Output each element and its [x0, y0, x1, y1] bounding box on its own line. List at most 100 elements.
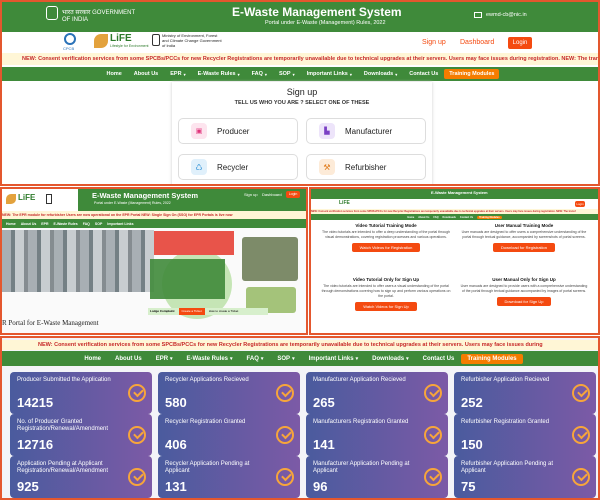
nav-about[interactable]: About Us	[134, 71, 158, 77]
nav-rules[interactable]: E-Waste Rules	[198, 71, 236, 77]
stat-card[interactable]: Application Pending at Applicant Registr…	[10, 456, 152, 498]
home-nav-sop[interactable]: SOP	[95, 222, 102, 226]
stat-card-label: Refurbisher Registration Granted	[461, 419, 550, 425]
dash-nav-rules[interactable]: E-Waste Rules	[187, 356, 228, 362]
stat-card[interactable]: Recycler Applications Recieved 580	[158, 372, 300, 414]
role-producer[interactable]: ▣ Producer	[178, 118, 298, 144]
home-nav-about[interactable]: About Us	[21, 222, 37, 226]
signup-page-screenshot: भारत सरकार GOVERNMENT OF INDIA E-Waste M…	[0, 0, 600, 186]
stat-card-value: 265	[313, 395, 335, 410]
check-circle-icon	[276, 468, 294, 486]
how-to-ticket-tab[interactable]: How to create a Ticket	[209, 308, 239, 315]
home-life-logo: LiFE	[18, 193, 36, 202]
home-dashboard-link[interactable]: Dashboard	[262, 192, 282, 197]
home-page-screenshot: LiFE E-Waste Management System Portal un…	[0, 187, 308, 335]
dashboard-link[interactable]: Dashboard	[460, 39, 494, 46]
tutorial-1-text: The video tutorials are intended to offe…	[322, 230, 450, 239]
stat-card[interactable]: No. of Producer Granted Registration/Ren…	[10, 414, 152, 456]
stat-card[interactable]: Manufacturer Application Recieved 265	[306, 372, 448, 414]
check-circle-icon	[572, 426, 590, 444]
chevron-down-icon: ▾	[170, 355, 173, 362]
training-login-button[interactable]: Login	[575, 201, 585, 207]
nav-faq[interactable]: FAQ	[252, 71, 263, 77]
dash-nav-links[interactable]: Important Links	[309, 356, 354, 362]
stat-card[interactable]: Recycler Application Pending at Applican…	[158, 456, 300, 498]
home-nav-home[interactable]: Home	[6, 222, 16, 226]
recycle-icon: ♺	[191, 159, 207, 175]
cpcb-logo-label: CPCB	[63, 46, 75, 51]
dashboard-nav: Home About Us EPR ▾ E-Waste Rules ▾ FAQ ▾ S…	[2, 351, 598, 366]
nav-sop[interactable]: SOP	[279, 71, 291, 77]
life-leaf-icon	[6, 194, 16, 204]
life-sub: Lifestyle for Environment	[110, 44, 149, 48]
hero-notice-box	[154, 231, 234, 255]
nav-training[interactable]: Training Modules	[444, 69, 500, 79]
role-recycler[interactable]: ♺ Recycler	[178, 154, 298, 180]
home-nav-rules[interactable]: E-Waste Rules	[54, 222, 78, 226]
dash-nav-home[interactable]: Home	[84, 356, 101, 362]
header-email[interactable]: ewmd-cb@nic.in	[486, 12, 527, 18]
tutorial-1-button[interactable]: Watch Videos for Registration	[351, 243, 421, 252]
dash-nav-contact[interactable]: Contact Us	[423, 356, 455, 362]
training-header: E-Waste Management System	[311, 189, 598, 199]
dash-nav-training[interactable]: Training Modules	[461, 353, 523, 364]
stat-card-label: Manufacturers Registration Granted	[313, 419, 409, 425]
role-manufacturer[interactable]: ▙ Manufacturer	[306, 118, 426, 144]
tutorial-3-button[interactable]: Watch Videos for Sign Up	[355, 302, 417, 311]
dash-nav-epr[interactable]: EPR	[156, 356, 168, 362]
create-ticket-tab[interactable]: Create a Ticket	[178, 308, 205, 315]
home-nav-links[interactable]: Important Links	[107, 222, 133, 226]
lodge-complaint-bar: Lodge Complaint Create a Ticket How to c…	[148, 308, 268, 315]
check-circle-icon	[424, 468, 442, 486]
stat-card[interactable]: Manufacturer Application Pending at Appl…	[306, 456, 448, 498]
stat-card[interactable]: Producer Submitted the Application 14215	[10, 372, 152, 414]
training-nav-training[interactable]: Training Modules	[477, 215, 502, 219]
stat-card[interactable]: Refurbisher Registration Granted 150	[454, 414, 596, 456]
stat-card-label: Recycler Registration Granted	[165, 419, 246, 425]
home-signup-link[interactable]: Sign up	[244, 192, 258, 197]
tutorial-2-button[interactable]: Download for Registration	[492, 243, 556, 252]
stat-card-value: 75	[461, 479, 476, 494]
stat-card-value: 12716	[17, 437, 54, 452]
home-nav-faq[interactable]: FAQ	[83, 222, 90, 226]
tutorial-3-text: The video tutorials are intended to offe…	[321, 284, 451, 298]
nav-downloads[interactable]: Downloads	[364, 71, 393, 77]
training-title: E-Waste Management System	[431, 190, 488, 195]
logo-strip: CPCB LiFE Lifestyle for Environment Mini…	[2, 32, 598, 52]
dash-nav-faq[interactable]: FAQ	[247, 356, 259, 362]
home-nav-epr[interactable]: EPR	[41, 222, 48, 226]
dash-nav-sop[interactable]: SOP	[277, 356, 290, 362]
stat-card[interactable]: Refurbisher Application Recieved 252	[454, 372, 596, 414]
tutorial-4-button[interactable]: Download for Sign Up	[496, 297, 552, 306]
home-login-button[interactable]: Login	[286, 191, 300, 198]
check-circle-icon	[128, 426, 146, 444]
stat-card[interactable]: Refurbisher Application Pending at Appli…	[454, 456, 596, 498]
stat-card[interactable]: Manufacturers Registration Granted 141	[306, 414, 448, 456]
training-nav-faq[interactable]: FAQ	[433, 216, 438, 219]
training-nav-home[interactable]: Home	[407, 216, 414, 219]
check-circle-icon	[128, 468, 146, 486]
hero-notice-box-2	[150, 259, 225, 299]
login-button[interactable]: Login	[508, 37, 532, 49]
dash-nav-downloads[interactable]: Downloads	[372, 356, 404, 362]
check-circle-icon	[572, 384, 590, 402]
tutorial-video-signup: Video Tutorial Only for Sign Up The vide…	[321, 277, 451, 311]
stat-card-value: 141	[313, 437, 335, 452]
role-refurbisher[interactable]: ⚒ Refurbisher	[306, 154, 426, 180]
lodge-label: Lodge Complaint	[150, 309, 175, 313]
dash-nav-about[interactable]: About Us	[115, 356, 142, 362]
training-nav-contact[interactable]: Contact Us	[460, 216, 473, 219]
training-nav-downloads[interactable]: Downloads	[443, 216, 456, 219]
chevron-down-icon: ▾	[260, 355, 264, 362]
stat-card[interactable]: Recycler Registration Granted 406	[158, 414, 300, 456]
training-nav-about[interactable]: About Us	[418, 216, 429, 219]
nav-links[interactable]: Important Links	[307, 71, 348, 77]
signup-link[interactable]: Sign up	[422, 39, 446, 46]
nav-home[interactable]: Home	[107, 71, 122, 77]
check-circle-icon	[424, 384, 442, 402]
nav-epr[interactable]: EPR	[170, 71, 181, 77]
life-logo: LiFE	[110, 33, 132, 44]
role-manufacturer-label: Manufacturer	[345, 126, 393, 136]
check-circle-icon	[572, 468, 590, 486]
nav-contact[interactable]: Contact Us	[409, 71, 438, 77]
